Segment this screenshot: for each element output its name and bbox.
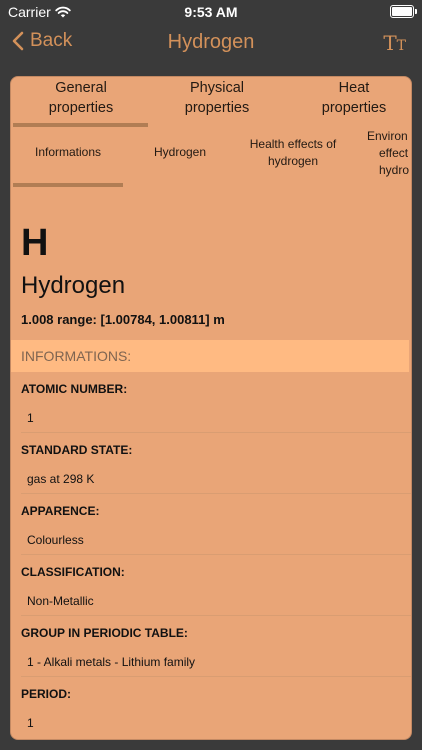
navigation-bar: Back Hydrogen TT [0,24,422,64]
property-label: PERIOD: [21,687,72,701]
tab-informations[interactable]: Informations [13,144,123,161]
page-title: Hydrogen [167,31,255,53]
status-time: 9:53 AM [184,4,238,20]
tab-label-line2: properties [321,100,387,116]
element-card: General properties Physical properties H… [10,76,412,740]
property-value: 1 [27,411,34,425]
tab-label-line1: Health effects of [249,137,337,151]
tab-hydrogen[interactable]: Hydrogen [129,144,231,161]
property-value: 1 - Alkali metals - Lithium family [27,655,196,669]
battery-tip [415,9,417,14]
tab-heat-properties[interactable]: Heat properties [286,78,411,118]
section-header: INFORMATIONS: [11,340,409,372]
tab-physical-properties[interactable]: Physical properties [149,78,285,118]
element-name: Hydrogen [21,272,126,299]
tab-label-line1: Hydrogen [153,145,207,159]
top-tab-indicator [13,123,148,127]
sub-tab-indicator [13,183,123,187]
tab-environmental-effects[interactable]: Environ effect hydro [355,128,411,179]
tab-label-line1: Environ [367,129,408,143]
text-size-big-glyph: T [383,31,397,55]
property-label: ATOMIC NUMBER: [21,382,128,396]
property-label: APPARENCE: [21,504,100,518]
property-list: ATOMIC NUMBER: 1 STANDARD STATE: gas at … [11,372,411,738]
tab-general-properties[interactable]: General properties [13,78,149,118]
battery-icon [390,5,414,18]
tab-label-line2: effect [379,146,409,160]
element-symbol: H [21,222,49,264]
tab-label-line1: General [55,80,107,96]
property-value: gas at 298 K [27,472,95,486]
list-item: APPARENCE: Colourless [21,494,411,555]
list-item: STANDARD STATE: gas at 298 K [21,433,411,494]
tab-label-line2: properties [184,100,250,116]
atomic-weight: 1.008 range: [1.00784, 1.00811] m [21,312,225,327]
text-size-icon[interactable]: TT [383,31,406,55]
property-label: CLASSIFICATION: [21,565,125,579]
tab-label-line2: properties [48,100,114,116]
tab-label-line1: Heat [338,80,370,96]
tab-label-line3: hydro [379,163,410,177]
tab-label-line1: Physical [190,80,244,96]
property-value: Colourless [27,533,84,547]
status-bar: Carrier 9:53 AM [0,0,422,24]
tab-label-line1: Informations [34,145,102,159]
text-size-small-glyph: T [396,38,406,54]
list-item: GROUP IN PERIODIC TABLE: 1 - Alkali meta… [21,616,411,677]
property-value: 1 [27,716,34,730]
tab-health-effects[interactable]: Health effects of hydrogen [237,136,349,170]
list-item: PERIOD: 1 [21,677,411,738]
sub-tab-bar: Informations Hydrogen Health effects of … [11,129,411,189]
tab-label-line2: hydrogen [267,154,319,168]
property-label: STANDARD STATE: [21,443,133,457]
property-label: GROUP IN PERIODIC TABLE: [21,626,188,640]
top-tab-bar: General properties Physical properties H… [11,77,411,129]
list-item: CLASSIFICATION: Non-Metallic [21,555,411,616]
list-item: ATOMIC NUMBER: 1 [21,372,411,433]
property-value: Non-Metallic [27,594,94,608]
